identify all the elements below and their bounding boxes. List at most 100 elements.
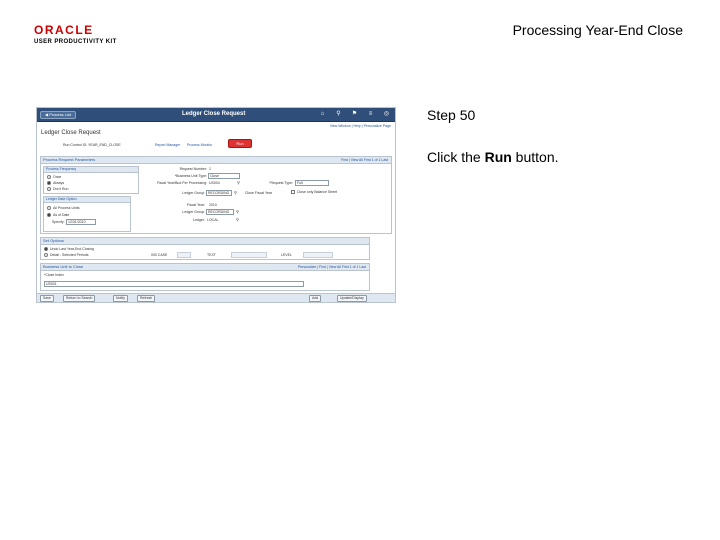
from-field[interactable] [177, 252, 191, 258]
frequency-header: Process Frequency [44, 167, 138, 173]
process-monitor-link[interactable]: Process Monitor [187, 143, 212, 147]
to-label: TEXT [207, 253, 216, 257]
notify-button[interactable]: Notify [113, 295, 128, 302]
lookup-icon[interactable]: ⚲ [234, 190, 237, 195]
section-nav[interactable]: Find | View All First 1 of 1 Last [341, 157, 388, 163]
step-instruction: Click the Run button. [427, 149, 559, 165]
close-only-label: Close only Balance Sheet [297, 190, 338, 194]
level-field[interactable] [303, 252, 333, 258]
ledger-date-header: Ledger Date Option [44, 197, 130, 203]
opt-undo[interactable]: Undo Last Year-End Closing [44, 247, 94, 252]
radio-always[interactable] [47, 181, 51, 186]
section-header: Process Request Parameters Find | View A… [41, 157, 391, 164]
ledger-value: LOCAL [207, 218, 219, 222]
logo-subtitle: USER PRODUCTIVITY KIT [34, 39, 117, 45]
home-icon[interactable]: ⌂ [319, 111, 326, 118]
from-label: 000 CASE [151, 253, 168, 257]
business-unit-to-close: Business Unit to Close Personalize | Fin… [40, 263, 370, 291]
freq-dont-run[interactable]: Don't Run [47, 187, 69, 192]
ledger-group-label: Ledger Group: [182, 191, 205, 195]
run-button[interactable]: Run [228, 139, 252, 148]
run-control-id: Run Control ID: YEAR_END_CLOSE [63, 143, 121, 147]
step-label: Step 50 [427, 107, 476, 123]
freq-always[interactable]: Always [47, 181, 65, 186]
close-only-balance[interactable]: Close only Balance Sheet [291, 190, 338, 195]
bu-title: Business Unit to Close [43, 264, 84, 269]
ledger-group-field[interactable]: RECORDING [206, 190, 232, 196]
freq-dont-run-label: Don't Run [53, 187, 69, 191]
freq-once[interactable]: Once [47, 175, 62, 180]
close-only-checkbox[interactable] [291, 190, 295, 195]
process-frequency-group: Process Frequency Once Always Don't Run [43, 166, 139, 194]
section-title: Process Request Parameters [43, 157, 96, 162]
oracle-upk-logo: ORACLE USER PRODUCTIVITY KIT [34, 24, 134, 45]
level-label: LEVEL [281, 253, 292, 257]
lookup-icon[interactable]: ⚲ [236, 209, 239, 214]
freq-once-label: Once [53, 175, 62, 179]
add-button[interactable]: Add [309, 295, 322, 302]
radio-all-process[interactable] [47, 206, 51, 211]
return-to-search-button[interactable]: Return to Search [63, 295, 96, 302]
ledger-group2-label: Ledger Group: [182, 210, 205, 214]
ledger-label: Ledger: [193, 218, 205, 222]
ledger-group2-field[interactable]: RECORDING [206, 209, 234, 215]
request-type-label: *Request Type: [269, 181, 293, 185]
request-type-select[interactable]: Full [295, 180, 329, 186]
radio-undo[interactable] [44, 247, 48, 252]
ledger-date-option-group: Ledger Date Option All Process Units As … [43, 196, 131, 232]
radio-detail[interactable] [44, 253, 48, 258]
opt-undo-label: Undo Last Year-End Closing [50, 247, 94, 251]
close-fiscal-year-link[interactable]: Close Fiscal Year [245, 191, 272, 195]
process-list-label: Process List [49, 112, 71, 117]
business-unit-select[interactable]: Close [208, 173, 240, 179]
update-display-button[interactable]: Update/Display [337, 295, 367, 302]
set-options: Set Options Undo Last Year-End Closing D… [40, 237, 370, 260]
as-of-label: As of Date [53, 213, 70, 217]
navbar-icon[interactable]: ◎ [383, 111, 390, 118]
bu-row-field[interactable]: US001 [44, 281, 304, 287]
bu-col-header: *Close Index [44, 273, 64, 277]
lookup-icon[interactable]: ⚲ [237, 180, 240, 185]
process-list-button[interactable]: ◀ Process List [40, 111, 76, 119]
opt-as-of[interactable]: As of Date [47, 213, 70, 218]
to-field[interactable] [231, 252, 267, 258]
radio-dont-run[interactable] [47, 187, 51, 192]
business-unit-label: *Business Unit Type: [174, 174, 207, 178]
specify-label: Specify: [52, 220, 65, 224]
document-title: Processing Year-End Close [512, 22, 683, 38]
report-manager-link[interactable]: Report Manager [155, 143, 180, 147]
page-links[interactable]: New Window | Help | Personalize Page [330, 124, 391, 128]
lookup-icon[interactable]: ⚲ [236, 217, 239, 222]
logo-brand: ORACLE [34, 23, 94, 37]
page-heading: Ledger Close Request [41, 130, 101, 136]
search-icon[interactable]: ⚲ [335, 111, 342, 118]
fiscal-year2-value: 2010 [209, 203, 217, 207]
freq-always-label: Always [53, 181, 65, 185]
request-number-label: Request Number: [179, 167, 207, 171]
application-screenshot: ◀ Process List Ledger Close Request ⌂ ⚲ … [36, 107, 396, 303]
instruction-target: Run [484, 149, 512, 165]
opt-detail-label: Detail - Selected Periods [50, 253, 89, 257]
radio-as-of[interactable] [47, 213, 51, 218]
opt-all-process[interactable]: All Process Units [47, 206, 80, 211]
page-toolbar: Save Return to Search Notify Refresh Add… [37, 293, 395, 302]
save-button[interactable]: Save [40, 295, 54, 302]
window-title: Ledger Close Request [182, 111, 246, 117]
instruction-suffix: button. [511, 149, 559, 165]
all-process-label: All Process Units [53, 206, 80, 210]
radio-once[interactable] [47, 175, 51, 180]
options-header: Set Options [41, 238, 369, 245]
flag-icon[interactable]: ⚑ [351, 111, 358, 118]
bu-nav[interactable]: Personalize | Find | View All First 1 of… [298, 264, 366, 270]
request-number-value: 1 [209, 167, 211, 171]
refresh-button[interactable]: Refresh [137, 295, 156, 302]
fiscal-year-label: Fiscal Year/Bud Per Processing: [157, 181, 207, 185]
app-header-bar: ◀ Process List Ledger Close Request ⌂ ⚲ … [37, 108, 395, 122]
specify-date-field[interactable]: 12/31/2010 [66, 219, 96, 225]
instruction-prefix: Click the [427, 149, 485, 165]
process-request-parameters: Process Request Parameters Find | View A… [40, 156, 392, 234]
opt-detail[interactable]: Detail - Selected Periods [44, 253, 89, 258]
bu-header: Business Unit to Close Personalize | Fin… [41, 264, 369, 271]
fiscal-year-value: US004 [209, 181, 220, 185]
menu-icon[interactable]: ≡ [367, 111, 374, 118]
